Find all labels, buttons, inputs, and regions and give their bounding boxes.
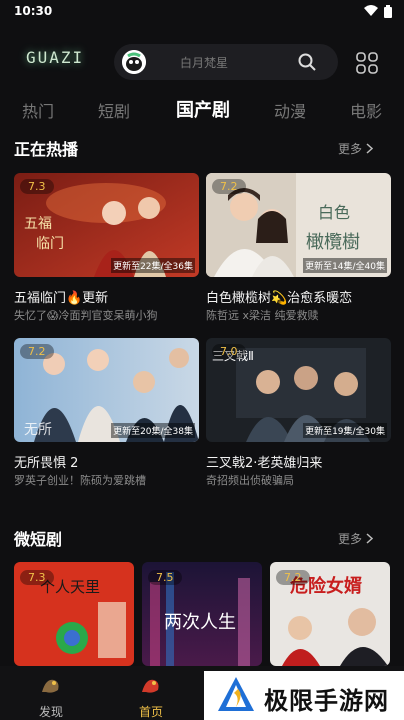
search-icon[interactable]	[298, 53, 316, 71]
battery-icon	[384, 4, 392, 18]
search-placeholder: 白月梵星	[180, 56, 229, 70]
drama-title[interactable]: 三叉戟2·老英雄归来	[206, 452, 322, 471]
search-avatar-icon	[122, 50, 146, 74]
short-drama-card[interactable]: 两次人生 7.5	[142, 562, 262, 666]
score-badge: 7.2	[20, 344, 54, 359]
tab-movie[interactable]: 电影	[350, 98, 382, 122]
score-badge: 7.3	[20, 570, 54, 585]
drama-subtitle: 失忆了😱冷面判官变呆萌小狗	[14, 309, 158, 322]
drama-subtitle: 罗英子创业！陈硕为爱跳槽	[14, 474, 146, 487]
svg-text:橄欖樹: 橄欖樹	[306, 232, 360, 253]
svg-text:两次人生: 两次人生	[164, 612, 236, 633]
drama-card[interactable]: 白色 橄欖樹 7.2 更新至14集/全40集 白色橄榄树💫治愈系暖恋 陈哲远 x…	[206, 173, 391, 322]
svg-text:临门: 临门	[36, 236, 64, 252]
nav-home[interactable]: 首页	[126, 672, 176, 720]
score-badge: 7.2	[212, 179, 246, 194]
drama-card[interactable]: 五福 临门 7.3 更新至22集/全36集 五福临门🔥更新 失忆了😱冷面判官变呆…	[14, 173, 199, 322]
search-input[interactable]: 白月梵星	[114, 44, 338, 80]
tab-anime[interactable]: 动漫	[274, 98, 306, 122]
tab-hot[interactable]: 热门	[22, 98, 54, 122]
score-badge: 7.3	[20, 179, 54, 194]
drama-poster[interactable]: 白色 橄欖樹 7.2 更新至14集/全40集	[206, 173, 391, 277]
watermark-text: 极限手游网	[264, 687, 389, 715]
svg-text:无所: 无所	[24, 422, 52, 438]
svg-text:白色: 白色	[318, 203, 350, 222]
app-logo[interactable]: GUAZI	[26, 48, 84, 67]
score-badge: 7.2	[276, 570, 310, 585]
short-drama-card[interactable]: 个人天里 7.3	[14, 562, 134, 666]
drama-card[interactable]: 三叉戟Ⅱ 7.0 更新至19集/全30集 三叉戟2·老英雄归来 奇招频出侦破骗局	[206, 338, 391, 487]
section-title-hot: 正在热播	[14, 140, 79, 159]
drama-title[interactable]: 五福临门🔥更新	[14, 287, 108, 306]
drama-card[interactable]: 无所 7.2 更新至20集/全38集 无所畏惧 2 罗英子创业！陈硕为爱跳槽	[14, 338, 199, 487]
watermark-logo-icon	[218, 677, 254, 711]
more-label: 更多	[338, 142, 363, 156]
drama-subtitle: 奇招频出侦破骗局	[206, 474, 294, 487]
drama-subtitle: 陈哲远 x梁洁 纯爱救赎	[206, 309, 319, 322]
tab-short[interactable]: 短剧	[98, 98, 130, 122]
status-time: 10:30	[14, 4, 53, 18]
episode-badge: 更新至22集/全36集	[111, 258, 195, 273]
category-grid-icon[interactable]	[356, 52, 378, 74]
more-hot-button[interactable]: 更多	[338, 140, 374, 157]
category-tabs: 热门 短剧 国产剧 动漫 电影	[0, 94, 404, 124]
watermark-banner: 极限手游网	[204, 671, 404, 720]
dragon-home-icon	[142, 679, 159, 693]
drama-poster[interactable]: 五福 临门 7.3 更新至22集/全36集	[14, 173, 199, 277]
drama-title[interactable]: 无所畏惧 2	[14, 452, 78, 471]
nav-discover-label: 发现	[38, 705, 63, 719]
dragon-icon	[42, 679, 59, 693]
short-drama-card[interactable]: 危险女婿 7.2	[270, 562, 390, 666]
drama-poster[interactable]: 三叉戟Ⅱ 7.0 更新至19集/全30集	[206, 338, 391, 442]
section-title-short: 微短剧	[14, 530, 63, 549]
episode-badge: 更新至14集/全40集	[303, 258, 387, 273]
more-label: 更多	[338, 532, 363, 546]
svg-text:五福: 五福	[24, 216, 52, 232]
nav-home-label: 首页	[138, 705, 163, 719]
drama-title[interactable]: 白色橄榄树💫治愈系暖恋	[206, 287, 352, 306]
tab-domestic[interactable]: 国产剧	[176, 96, 230, 122]
episode-badge: 更新至19集/全30集	[303, 423, 387, 438]
episode-badge: 更新至20集/全38集	[111, 423, 195, 438]
wifi-icon	[364, 5, 378, 16]
top-bar: GUAZI 白月梵星	[0, 40, 404, 84]
status-bar: 10:30	[0, 0, 404, 22]
status-icons	[364, 4, 392, 18]
nav-discover[interactable]: 发现	[26, 672, 76, 720]
more-short-button[interactable]: 更多	[338, 530, 374, 547]
chevron-right-icon	[366, 533, 374, 544]
drama-poster[interactable]: 无所 7.2 更新至20集/全38集	[14, 338, 199, 442]
score-badge: 7.0	[212, 344, 246, 359]
chevron-right-icon	[366, 143, 374, 154]
score-badge: 7.5	[148, 570, 182, 585]
